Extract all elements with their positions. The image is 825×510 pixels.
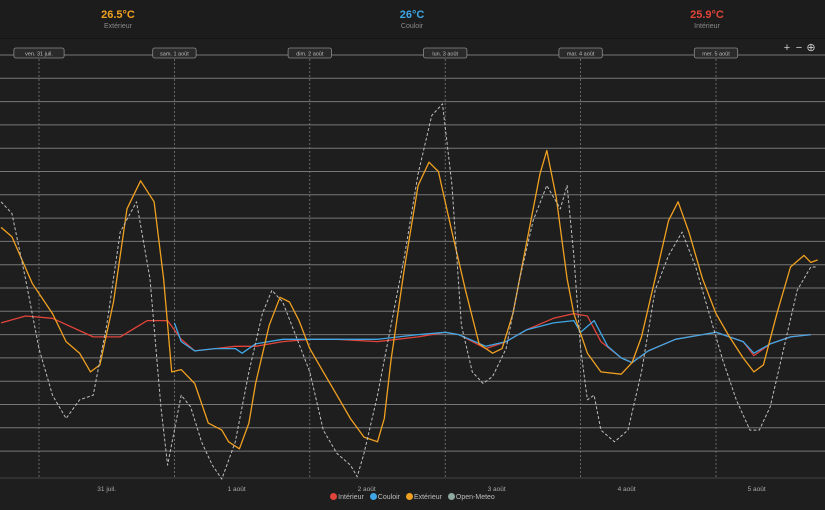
chart-toolbar: + − ⊕ [781,41,825,54]
day-marker-label: mer. 5 août [702,52,730,58]
legend-label: Open-Meteo [455,494,495,501]
zoom-in-button[interactable]: + [781,42,793,54]
series-line-open-meteo [0,103,818,480]
temperature-chart[interactable]: ven. 31 juil. sam. 1 août dim. 2 août lun. … [0,0,825,510]
legend-dot-icon [369,493,377,500]
legend-item-interieur[interactable]: Intérieur [330,493,364,501]
legend-dot-icon [330,493,338,500]
legend-item-exterieur[interactable]: Extérieur [405,493,442,501]
legend-dot-icon [405,493,413,500]
day-marker-label: lun. 3 août [432,52,458,58]
series-line-couloir [173,319,811,364]
legend-label: Extérieur [413,494,442,501]
day-marker-label: mar. 4 août [567,52,595,58]
day-marker-label: ven. 31 juil. [25,52,53,58]
zoom-icon[interactable]: ⊕ [805,41,817,54]
legend-item-couloir[interactable]: Couloir [369,493,400,501]
legend-dot-icon [447,493,455,500]
x-tick-label: 2 août [358,486,376,493]
x-tick-label: 3 août [488,486,506,493]
day-marker-label: sam. 1 août [160,52,189,58]
zoom-out-button[interactable]: − [793,42,805,54]
x-tick-label: 31 juil. [97,486,116,493]
chart-legend: Intérieur Couloir Extérieur Open-Meteo [0,493,825,501]
x-tick-label: 5 août [748,486,766,493]
legend-item-open-meteo[interactable]: Open-Meteo [447,493,495,501]
series-line-int-rieur [0,312,811,364]
legend-label: Couloir [377,494,400,501]
day-marker-label: dim. 2 août [296,52,324,58]
legend-label: Intérieur [338,494,364,501]
x-tick-label: 4 août [618,486,636,493]
x-tick-label: 1 août [228,486,246,493]
